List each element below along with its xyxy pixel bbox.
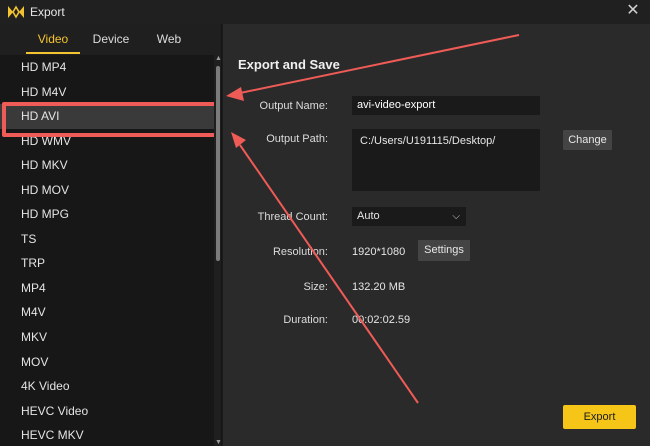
list-item[interactable]: HD MKV — [0, 153, 214, 178]
output-path-field[interactable]: C:/Users/U191115/Desktop/ — [352, 129, 540, 191]
list-item[interactable]: MKV — [0, 325, 214, 350]
size-value: 132.20 MB — [352, 281, 406, 293]
export-button[interactable]: Export — [563, 405, 636, 429]
thread-count-value: Auto — [357, 210, 380, 222]
output-path-label: Output Path: — [266, 133, 328, 145]
window-title: Export — [30, 5, 65, 19]
export-settings-panel: Export and Save Output Name: avi-video-e… — [223, 24, 650, 446]
list-item[interactable]: HD MPG — [0, 202, 214, 227]
list-item[interactable]: MP4 — [0, 276, 214, 301]
thread-count-select[interactable]: Auto ⌵ — [352, 207, 466, 226]
filmora-logo-icon — [8, 5, 24, 19]
list-item[interactable]: HEVC MKV — [0, 423, 214, 446]
list-item[interactable]: HD MP4 — [0, 55, 214, 80]
scroll-up-icon[interactable]: ▲ — [215, 55, 222, 62]
format-panel: Video Device Web HD MP4 HD M4V HD AVI HD… — [0, 24, 222, 446]
scrollbar-thumb[interactable] — [216, 66, 220, 261]
list-item[interactable]: HD MOV — [0, 178, 214, 203]
list-item[interactable]: TRP — [0, 251, 214, 276]
size-label: Size: — [303, 281, 328, 293]
change-path-button[interactable]: Change — [563, 130, 612, 150]
tab-video[interactable]: Video — [24, 24, 82, 54]
close-icon[interactable]: ✕ — [625, 3, 641, 19]
list-item-selected[interactable]: HD AVI — [0, 102, 214, 137]
chevron-down-icon: ⌵ — [452, 211, 460, 222]
list-item[interactable]: MOV — [0, 350, 214, 375]
duration-label: Duration: — [283, 314, 328, 326]
thread-count-label: Thread Count: — [257, 211, 328, 223]
format-tabs: Video Device Web — [0, 24, 221, 54]
resolution-label: Resolution: — [272, 246, 328, 258]
resolution-value: 1920*1080 — [352, 246, 406, 258]
tab-device[interactable]: Device — [82, 24, 140, 54]
scroll-down-icon[interactable]: ▼ — [215, 439, 222, 446]
list-item[interactable]: TS — [0, 227, 214, 252]
list-item[interactable]: 4K Video — [0, 374, 214, 399]
active-tab-indicator — [26, 52, 80, 54]
format-list-scrollbar[interactable]: ▲ ▼ — [215, 55, 222, 446]
format-list: HD MP4 HD M4V HD AVI HD WMV HD MKV HD MO… — [0, 55, 214, 446]
title-bar: Export ✕ — [0, 0, 650, 24]
output-name-input[interactable]: avi-video-export — [352, 96, 540, 115]
list-item[interactable]: HEVC Video — [0, 399, 214, 424]
list-item[interactable]: HD M4V — [0, 80, 214, 105]
section-title: Export and Save — [238, 57, 340, 72]
output-name-label: Output Name: — [259, 100, 328, 112]
duration-value: 00:02:02.59 — [352, 314, 411, 326]
tab-web[interactable]: Web — [140, 24, 198, 54]
settings-button[interactable]: Settings — [418, 240, 470, 261]
list-item[interactable]: M4V — [0, 300, 214, 325]
